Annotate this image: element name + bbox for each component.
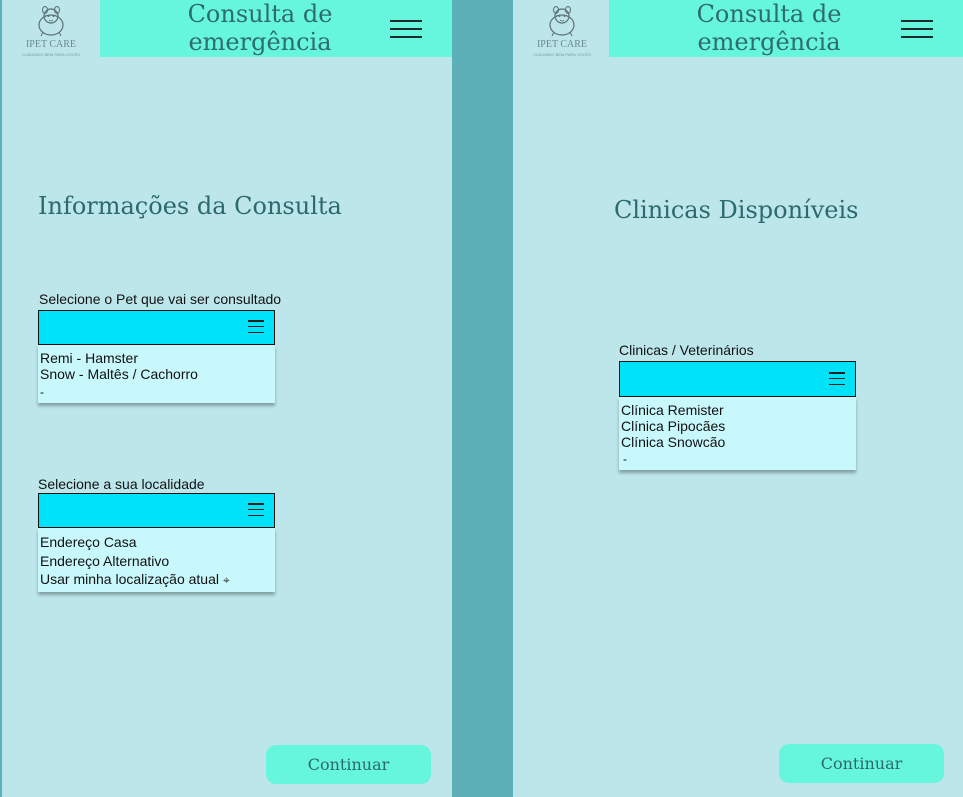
- page-title: Consulta de emergência: [180, 0, 340, 56]
- crosshair-icon: ⌖: [222, 573, 230, 587]
- pet-option-trailing: -: [40, 385, 44, 399]
- pet-option-remi[interactable]: Remi - Hamster: [40, 350, 273, 366]
- clinic-select: Clínica Remister Clínica Pipocães Clínic…: [619, 361, 856, 470]
- list-icon[interactable]: [829, 372, 845, 385]
- pet-select-trigger[interactable]: [38, 310, 275, 345]
- brand-logo: IPET CARE CUIDANDO BEM PARA VOCÊS: [2, 0, 100, 62]
- clinic-select-trigger[interactable]: [619, 361, 856, 397]
- location-select-options: Endereço Casa Endereço Alternativo Usar …: [38, 528, 275, 592]
- location-option-home[interactable]: Endereço Casa: [40, 534, 273, 550]
- clinic-option-pipocaes[interactable]: Clínica Pipocães: [621, 418, 854, 434]
- pet-select-options: Remi - Hamster Snow - Maltês / Cachorro …: [38, 345, 275, 403]
- list-icon[interactable]: [248, 320, 264, 333]
- pet-select-label: Selecione o Pet que vai ser consultado: [39, 291, 282, 307]
- clinic-select-label: Clinicas / Veterinários: [619, 342, 754, 358]
- hamburger-icon[interactable]: [390, 20, 422, 38]
- location-select-trigger[interactable]: [38, 493, 275, 528]
- list-icon[interactable]: [248, 503, 264, 516]
- pet-select: Remi - Hamster Snow - Maltês / Cachorro …: [38, 310, 275, 403]
- clinic-select-options: Clínica Remister Clínica Pipocães Clínic…: [619, 397, 856, 470]
- section-title: Clinicas Disponíveis: [614, 196, 859, 224]
- location-select: Endereço Casa Endereço Alternativo Usar …: [38, 493, 275, 592]
- screen-consultation-info: IPET CARE CUIDANDO BEM PARA VOCÊS Consul…: [0, 0, 452, 797]
- page-title-line1: Consulta de: [696, 0, 842, 28]
- brand-name: IPET CARE: [25, 39, 77, 50]
- location-option-alternative[interactable]: Endereço Alternativo: [40, 553, 273, 569]
- clinic-option-snowcao[interactable]: Clínica Snowcão: [621, 434, 854, 450]
- hamburger-icon[interactable]: [901, 20, 933, 38]
- section-title: Informações da Consulta: [38, 192, 342, 220]
- location-select-label: Selecione a sua localidade: [38, 476, 205, 492]
- hamster-icon: [38, 6, 64, 37]
- page-title-line2: emergência: [697, 28, 841, 56]
- location-option-current-label: Usar minha localização atual: [40, 571, 219, 587]
- clinic-option-trailing: -: [623, 452, 627, 466]
- header-bar: Consulta de emergência: [609, 0, 963, 57]
- continue-button[interactable]: Continuar: [266, 745, 431, 784]
- page-title: Consulta de emergência: [689, 0, 849, 56]
- continue-button[interactable]: Continuar: [779, 744, 944, 783]
- brand-name: IPET CARE: [536, 39, 588, 50]
- pet-option-snow[interactable]: Snow - Maltês / Cachorro: [40, 366, 273, 382]
- brand-tagline: CUIDANDO BEM PARA VOCÊS: [22, 52, 80, 57]
- location-option-current[interactable]: Usar minha localização atual ⌖: [40, 571, 273, 588]
- brand-tagline: CUIDANDO BEM PARA VOCÊS: [533, 52, 591, 57]
- screen-available-clinics: IPET CARE CUIDANDO BEM PARA VOCÊS Consul…: [513, 0, 963, 797]
- page-title-line1: Consulta de: [187, 0, 333, 28]
- page-title-line2: emergência: [188, 28, 332, 56]
- hamster-icon: [549, 6, 575, 37]
- clinic-option-remister[interactable]: Clínica Remister: [621, 402, 854, 418]
- brand-logo: IPET CARE CUIDANDO BEM PARA VOCÊS: [513, 0, 611, 62]
- header-bar: Consulta de emergência: [100, 0, 452, 57]
